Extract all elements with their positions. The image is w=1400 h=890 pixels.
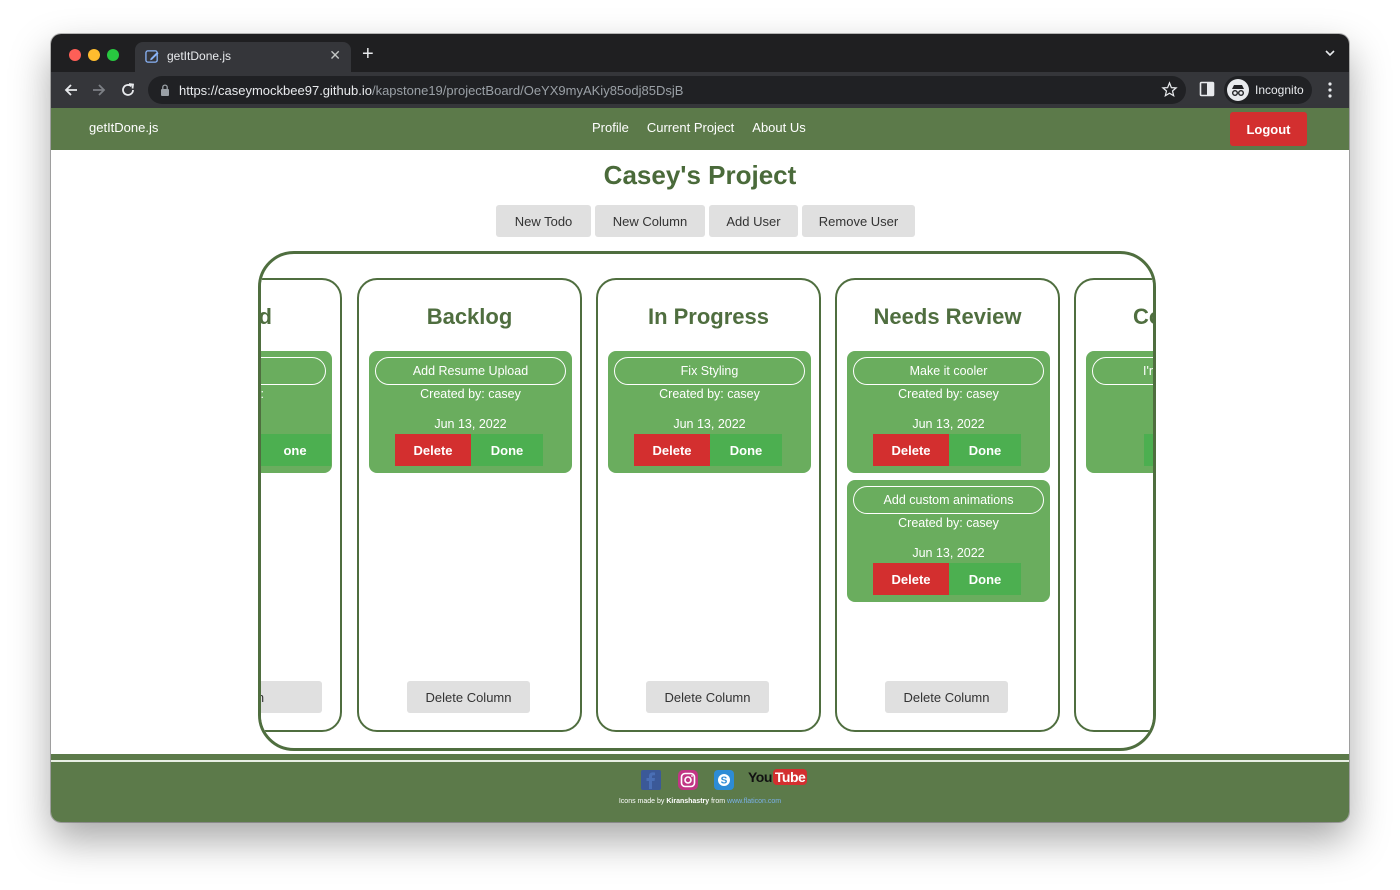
- card-creator: Created by: casey: [898, 387, 999, 401]
- incognito-icon: [1227, 79, 1249, 101]
- done-button[interactable]: Done: [710, 434, 782, 466]
- delete-button[interactable]: Delete: [634, 434, 710, 466]
- delete-column-button[interactable]: Delete Column: [646, 681, 769, 713]
- chevron-down-icon[interactable]: [1323, 46, 1337, 60]
- todo-card: Add Resume Upload Created by: casey Jun …: [369, 351, 572, 473]
- project-board[interactable]: d : one n Backlog Add Resume Upload Crea…: [258, 251, 1156, 751]
- delete-button[interactable]: Delete: [873, 434, 949, 466]
- done-button[interactable]: Done: [949, 434, 1021, 466]
- done-button[interactable]: [1144, 434, 1153, 466]
- board-column-needs-review: Needs Review Make it cooler Created by: …: [835, 278, 1060, 732]
- instagram-icon[interactable]: [678, 770, 698, 790]
- card-title[interactable]: [261, 357, 326, 385]
- new-tab-button[interactable]: +: [362, 44, 374, 64]
- svg-text:S: S: [721, 776, 728, 787]
- icon-credit: Icons made by Kiranshastry from www.flat…: [51, 798, 1349, 805]
- close-window-button[interactable]: [69, 49, 81, 61]
- site-navbar: getItDone.js Profile Current Project Abo…: [51, 108, 1349, 150]
- credit-author[interactable]: Kiranshastry: [666, 798, 709, 805]
- site-footer: S You Tube Icons made by Kiranshastry fr…: [51, 754, 1349, 822]
- board-column: d : one n: [258, 278, 342, 732]
- todo-card: I'r: [1086, 351, 1153, 473]
- project-actions: New Todo New Column Add User Remove User: [496, 205, 915, 237]
- todo-card: Make it cooler Created by: casey Jun 13,…: [847, 351, 1050, 473]
- tab-strip: getItDone.js ✕ +: [51, 34, 1349, 72]
- youtube-icon[interactable]: You Tube: [748, 769, 808, 785]
- column-title: d: [258, 304, 272, 329]
- skype-icon[interactable]: S: [714, 770, 734, 790]
- card-title[interactable]: I'r: [1092, 357, 1153, 385]
- todo-card: Fix Styling Created by: casey Jun 13, 20…: [608, 351, 811, 473]
- incognito-profile-button[interactable]: Incognito: [1224, 76, 1312, 104]
- column-title: In Progress: [647, 304, 770, 329]
- add-user-button[interactable]: Add User: [709, 205, 798, 237]
- brand-link[interactable]: getItDone.js: [89, 120, 158, 135]
- youtube-tube-text: Tube: [772, 769, 808, 785]
- card-date: Jun 13, 2022: [434, 417, 507, 431]
- card-date: Jun 13, 2022: [912, 417, 985, 431]
- side-panel-icon[interactable]: [1199, 81, 1215, 97]
- credit-from: from: [711, 798, 726, 805]
- card-creator: :: [260, 387, 264, 401]
- back-arrow-icon[interactable]: [61, 80, 81, 100]
- card-date: Jun 13, 2022: [912, 546, 985, 560]
- more-options-icon[interactable]: [1322, 80, 1338, 100]
- credit-prefix: Icons made by: [618, 798, 665, 805]
- reload-icon[interactable]: [118, 80, 138, 100]
- credit-source-link[interactable]: www.flaticon.com: [727, 798, 781, 805]
- todo-card: : one: [260, 351, 332, 473]
- minimize-window-button[interactable]: [88, 49, 100, 61]
- card-title[interactable]: Fix Styling: [614, 357, 805, 385]
- close-tab-icon[interactable]: ✕: [329, 47, 341, 64]
- delete-column-button[interactable]: Delete Column: [407, 681, 530, 713]
- nav-link-current-project[interactable]: Current Project: [647, 120, 734, 135]
- column-title: Needs Review: [873, 304, 1022, 329]
- incognito-label: Incognito: [1255, 83, 1304, 97]
- page-title: Casey's Project: [603, 160, 797, 190]
- board-column: Co I'r: [1074, 278, 1153, 732]
- bookmark-star-icon[interactable]: [1161, 81, 1178, 98]
- done-button[interactable]: Done: [471, 434, 543, 466]
- tab-title: getItDone.js: [167, 49, 232, 63]
- facebook-icon[interactable]: [641, 770, 661, 790]
- url-domain: https://caseymockbee97.github.io: [179, 83, 372, 98]
- card-creator: Created by: casey: [898, 516, 999, 530]
- youtube-you-text: You: [748, 769, 772, 785]
- maximize-window-button[interactable]: [107, 49, 119, 61]
- delete-column-button[interactable]: Delete Column: [885, 681, 1008, 713]
- card-title[interactable]: Make it cooler: [853, 357, 1044, 385]
- browser-window: getItDone.js ✕ + https://caseymockbee97.…: [51, 34, 1349, 822]
- board-column-backlog: Backlog Add Resume Upload Created by: ca…: [357, 278, 582, 732]
- card-creator: Created by: casey: [420, 387, 521, 401]
- logout-button[interactable]: Logout: [1230, 112, 1307, 146]
- new-column-button[interactable]: New Column: [595, 205, 705, 237]
- remove-user-button[interactable]: Remove User: [802, 205, 915, 237]
- nav-link-profile[interactable]: Profile: [592, 120, 629, 135]
- card-title[interactable]: Add custom animations: [853, 486, 1044, 514]
- delete-column-button[interactable]: n: [261, 681, 322, 713]
- new-todo-button[interactable]: New Todo: [496, 205, 591, 237]
- browser-toolbar: https://caseymockbee97.github.io/kapston…: [51, 72, 1349, 108]
- url-path: /kapstone19/projectBoard/OeYX9myAKiy85od…: [371, 83, 684, 98]
- footer-divider: [51, 760, 1349, 762]
- card-title[interactable]: Add Resume Upload: [375, 357, 566, 385]
- lock-icon: [161, 84, 169, 96]
- delete-button[interactable]: Delete: [873, 563, 949, 595]
- pencil-icon: [145, 50, 159, 63]
- done-button[interactable]: Done: [949, 563, 1021, 595]
- board-column-in-progress: In Progress Fix Styling Created by: case…: [596, 278, 821, 732]
- column-title: Co: [1133, 304, 1153, 329]
- todo-card: Add custom animations Created by: casey …: [847, 480, 1050, 602]
- done-button[interactable]: one: [261, 434, 331, 466]
- card-creator: Created by: casey: [659, 387, 760, 401]
- url-text: https://caseymockbee97.github.io/kapston…: [179, 83, 683, 98]
- card-date: Jun 13, 2022: [673, 417, 746, 431]
- column-title: Backlog: [426, 304, 513, 329]
- browser-tab[interactable]: getItDone.js ✕: [135, 42, 351, 72]
- delete-button[interactable]: Delete: [395, 434, 471, 466]
- forward-arrow-icon[interactable]: [89, 80, 109, 100]
- nav-links: Profile Current Project About Us: [592, 120, 806, 135]
- address-bar[interactable]: https://caseymockbee97.github.io/kapston…: [148, 76, 1186, 104]
- nav-link-about-us[interactable]: About Us: [752, 120, 805, 135]
